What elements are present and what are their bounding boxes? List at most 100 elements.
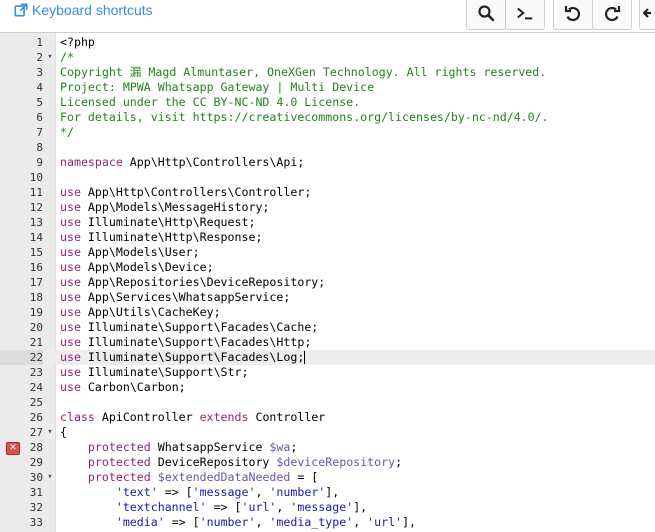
redo-icon bbox=[604, 6, 621, 22]
code-token: Copyright 漏 Magd Almuntaser, OneXGen Tec… bbox=[60, 65, 547, 79]
code-token: 'number' bbox=[269, 485, 326, 499]
code-token: Illuminate\Support\Facades\Cache; bbox=[80, 320, 319, 334]
line-number: 28 bbox=[29, 441, 43, 454]
code-line[interactable]: 11 use App\Http\Controllers\Controller; bbox=[0, 185, 655, 200]
code-token: Illuminate\Http\Request; bbox=[80, 215, 256, 229]
line-number: 20 bbox=[29, 321, 43, 334]
code-line[interactable]: 4 Project: MPWA Whatsapp Gateway | Multi … bbox=[0, 80, 655, 95]
line-number: 7 bbox=[36, 126, 43, 139]
text-cursor bbox=[304, 351, 306, 364]
line-number: 11 bbox=[29, 186, 43, 199]
code-text: protected WhatsappService $wa; bbox=[60, 440, 297, 455]
code-token: App\Utils\CacheKey; bbox=[80, 305, 221, 319]
code-text: use Illuminate\Support\Facades\Log; bbox=[60, 350, 306, 365]
code-token: ApiController bbox=[94, 410, 200, 424]
code-token: , bbox=[276, 500, 291, 514]
code-line[interactable]: 23 use Illuminate\Support\Str; bbox=[0, 365, 655, 380]
code-token: Illuminate\Http\Response; bbox=[80, 230, 263, 244]
redo-button[interactable] bbox=[592, 0, 632, 30]
code-line[interactable]: 1 <?php bbox=[0, 35, 655, 50]
undo-icon bbox=[564, 6, 581, 22]
fold-toggle-icon[interactable]: ▾ bbox=[45, 425, 55, 440]
code-line[interactable]: 33 'media' => ['number', 'media_type', '… bbox=[0, 515, 655, 530]
code-token: => [ bbox=[164, 515, 200, 529]
keyboard-shortcuts-link[interactable]: Keyboard shortcuts bbox=[14, 0, 153, 20]
code-token: <?php bbox=[60, 35, 95, 49]
line-number: 21 bbox=[29, 336, 43, 349]
code-line[interactable]: 16 use App\Models\Device; bbox=[0, 260, 655, 275]
fold-toggle-icon[interactable]: ▾ bbox=[45, 470, 55, 485]
code-line[interactable]: 2 ▾ /* bbox=[0, 50, 655, 65]
code-token: App\Models\MessageHistory; bbox=[80, 200, 270, 214]
code-line[interactable]: 8 bbox=[0, 140, 655, 155]
code-token: 'media' bbox=[115, 515, 165, 529]
line-number: 2 bbox=[36, 51, 43, 64]
line-number: 25 bbox=[29, 396, 43, 409]
code-token: Licensed under the CC BY-NC-ND 4.0 Licen… bbox=[60, 95, 361, 109]
code-line[interactable]: 31 'text' => ['message', 'number'], bbox=[0, 485, 655, 500]
code-line[interactable]: 25 bbox=[0, 395, 655, 410]
code-token: use bbox=[60, 185, 81, 199]
line-number: 12 bbox=[29, 201, 43, 214]
fold-toggle-icon[interactable]: ▾ bbox=[45, 50, 55, 65]
code-text: 'textchannel' => ['url', 'message'], bbox=[60, 500, 367, 515]
code-line[interactable]: ✕ 28 protected WhatsappService $wa; bbox=[0, 440, 655, 455]
line-number: 23 bbox=[29, 366, 43, 379]
code-text: Project: MPWA Whatsapp Gateway | Multi D… bbox=[60, 80, 374, 95]
code-line[interactable]: 14 use Illuminate\Http\Response; bbox=[0, 230, 655, 245]
code-line[interactable]: 12 use App\Models\MessageHistory; bbox=[0, 200, 655, 215]
code-text: use Illuminate\Support\Facades\Cache; bbox=[60, 320, 318, 335]
code-line[interactable]: 5 Licensed under the CC BY-NC-ND 4.0 Lice… bbox=[0, 95, 655, 110]
code-line[interactable]: 24 use Carbon\Carbon; bbox=[0, 380, 655, 395]
code-token: = [ bbox=[290, 470, 319, 484]
code-line[interactable]: 19 use App\Utils\CacheKey; bbox=[0, 305, 655, 320]
code-token: use bbox=[60, 215, 81, 229]
back-button[interactable] bbox=[639, 0, 655, 30]
code-line[interactable]: 15 use App\Models\User; bbox=[0, 245, 655, 260]
code-token: Controller bbox=[248, 410, 326, 424]
code-line[interactable]: 20 use Illuminate\Support\Facades\Cache; bbox=[0, 320, 655, 335]
code-token: use bbox=[60, 335, 81, 349]
code-line[interactable]: 9 namespace App\Http\Controllers\Api; bbox=[0, 155, 655, 170]
code-token: ], bbox=[353, 500, 368, 514]
code-text: use Illuminate\Support\Facades\Http; bbox=[60, 335, 311, 350]
code-line[interactable]: 3 Copyright 漏 Magd Almuntaser, OneXGen Te… bbox=[0, 65, 655, 80]
code-line[interactable]: 32 'textchannel' => ['url', 'message'], bbox=[0, 500, 655, 515]
code-token: => [ bbox=[157, 485, 193, 499]
code-line[interactable]: 29 protected DeviceRepository $deviceRep… bbox=[0, 455, 655, 470]
code-text: namespace App\Http\Controllers\Api; bbox=[60, 155, 304, 170]
code-text: protected $extendedDataNeeded = [ bbox=[60, 470, 318, 485]
line-number: 17 bbox=[29, 276, 43, 289]
code-text: class ApiController extends Controller bbox=[60, 410, 325, 425]
line-number: 33 bbox=[29, 516, 43, 529]
code-line[interactable]: 7 */ bbox=[0, 125, 655, 140]
code-token: App\Models\Device; bbox=[80, 260, 214, 274]
code-token: ; bbox=[290, 440, 298, 454]
code-line[interactable]: 13 use Illuminate\Http\Request; bbox=[0, 215, 655, 230]
code-token: 'number' bbox=[199, 515, 256, 529]
code-line[interactable]: 30 ▾ protected $extendedDataNeeded = [ bbox=[0, 470, 655, 485]
code-line[interactable]: 21 use Illuminate\Support\Facades\Http; bbox=[0, 335, 655, 350]
code-token: , bbox=[353, 515, 368, 529]
code-line[interactable]: 26 class ApiController extends Controller bbox=[0, 410, 655, 425]
code-token: use bbox=[60, 245, 81, 259]
code-line[interactable]: 22 use Illuminate\Support\Facades\Log; bbox=[0, 350, 655, 365]
code-token: App\Models\User; bbox=[80, 245, 200, 259]
code-token: ; bbox=[395, 455, 403, 469]
code-token: Project: MPWA Whatsapp Gateway | Multi D… bbox=[60, 80, 375, 94]
search-button[interactable] bbox=[466, 0, 506, 30]
code-text: 'media' => ['number', 'media_type', 'url… bbox=[60, 515, 416, 530]
code-line[interactable]: 6 For details, visit https://creativecomm… bbox=[0, 110, 655, 125]
code-token: $deviceRepository bbox=[276, 455, 396, 469]
code-line[interactable]: 27 ▾ { bbox=[0, 425, 655, 440]
terminal-button[interactable] bbox=[505, 0, 545, 30]
undo-button[interactable] bbox=[553, 0, 593, 30]
code-line[interactable]: 17 use App\Repositories\DeviceRepository; bbox=[0, 275, 655, 290]
code-text: use App\Models\Device; bbox=[60, 260, 214, 275]
code-line[interactable]: 10 bbox=[0, 170, 655, 185]
code-editor[interactable]: 1 <?php 2 ▾/* 3 Copyright 漏 Magd Almuntaser, … bbox=[0, 32, 655, 532]
code-token: $extendedDataNeeded bbox=[157, 470, 291, 484]
code-line[interactable]: 18 use App\Services\WhatsappService; bbox=[0, 290, 655, 305]
